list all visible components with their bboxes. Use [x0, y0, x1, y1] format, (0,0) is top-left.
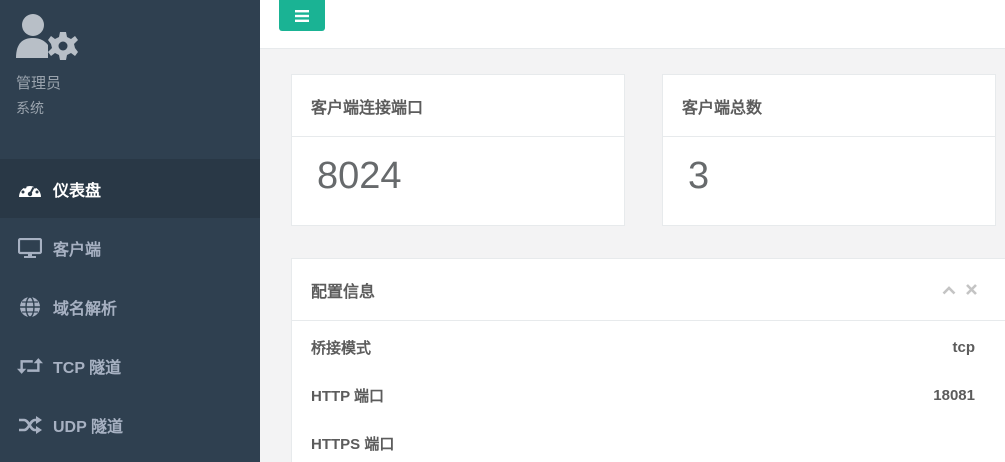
sidebar-item-label: TCP 隧道	[53, 359, 122, 377]
sidebar-item-dashboard[interactable]: 仪表盘	[0, 159, 260, 218]
config-panel-title: 配置信息	[311, 283, 376, 301]
stat-card-client-port: 客户端连接端口 8024	[291, 74, 625, 226]
config-row-value: 18081	[933, 386, 975, 404]
desktop-icon	[17, 237, 43, 259]
sidebar: 管理员 系统 仪表盘 客户端 域名解析 TCP 隧道 UDP 隧道	[0, 0, 260, 462]
profile-name: 管理员	[16, 75, 62, 92]
dashboard-icon	[17, 178, 43, 200]
sidebar-item-clients[interactable]: 客户端	[0, 218, 260, 277]
sidebar-item-udp[interactable]: UDP 隧道	[0, 395, 260, 454]
top-navbar	[260, 0, 1005, 49]
config-row-value: tcp	[952, 338, 976, 356]
sidebar-item-label: 仪表盘	[53, 182, 102, 200]
stat-card-title: 客户端连接端口	[292, 75, 624, 137]
config-row-bridge-mode: 桥接模式 tcp	[292, 323, 1005, 371]
globe-icon	[17, 295, 43, 318]
profile-role: 系统	[16, 100, 44, 116]
retweet-icon	[17, 355, 43, 377]
config-row-label: HTTPS 端口	[311, 435, 395, 453]
config-row-label: HTTP 端口	[311, 387, 385, 405]
config-row-http-port: HTTP 端口 18081	[292, 371, 1005, 419]
sidebar-item-tcp[interactable]: TCP 隧道	[0, 336, 260, 395]
config-row-label: 桥接模式	[311, 339, 372, 357]
config-panel-header: 配置信息	[292, 259, 1005, 321]
sidebar-item-label: UDP 隧道	[53, 418, 123, 436]
panel-tools	[942, 284, 977, 295]
stat-card-value: 8024	[317, 155, 402, 197]
menu-toggle-button[interactable]	[279, 0, 325, 31]
config-row-https-port: HTTPS 端口	[292, 419, 1005, 462]
stat-card-title: 客户端总数	[663, 75, 995, 137]
stat-card-value: 3	[688, 155, 710, 197]
random-icon	[17, 414, 43, 436]
close-icon[interactable]	[966, 284, 977, 295]
stat-card-client-count: 客户端总数 3	[662, 74, 996, 226]
user-gear-icon	[16, 14, 78, 60]
sidebar-item-label: 客户端	[53, 241, 102, 259]
sidebar-nav: 仪表盘 客户端 域名解析 TCP 隧道 UDP 隧道	[0, 159, 260, 454]
sidebar-item-label: 域名解析	[53, 300, 118, 318]
bars-icon	[295, 9, 309, 22]
config-list: 桥接模式 tcp HTTP 端口 18081 HTTPS 端口	[292, 323, 1005, 462]
profile[interactable]: 管理员 系统	[16, 12, 80, 116]
config-panel: 配置信息 桥接模式 tcp HTTP 端口 18081 HTTPS 端口	[291, 258, 1005, 462]
collapse-chevron-up-icon[interactable]	[942, 285, 956, 295]
sidebar-item-domain[interactable]: 域名解析	[0, 277, 260, 336]
